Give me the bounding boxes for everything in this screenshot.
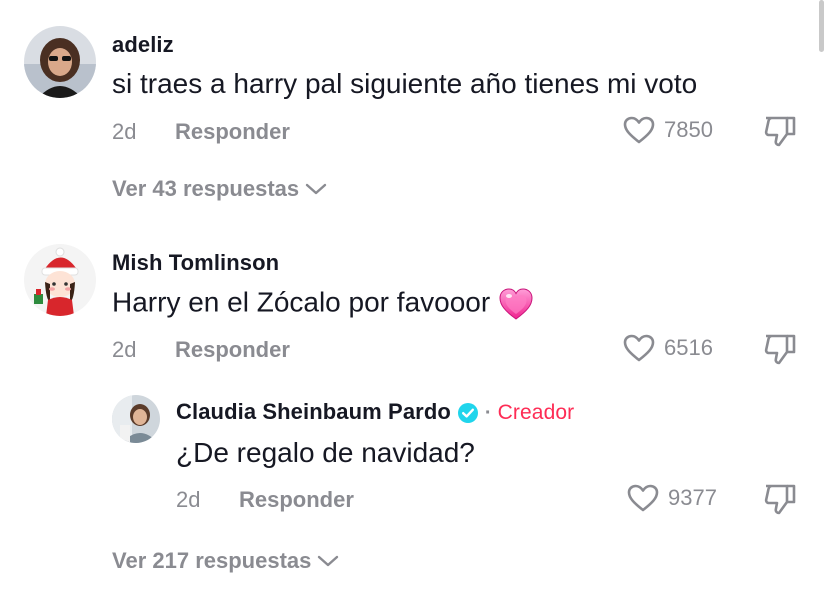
- comment-text: si traes a harry pal siguiente año tiene…: [112, 68, 698, 99]
- creator-badge: Creador: [497, 401, 575, 425]
- reply-button[interactable]: Responder: [175, 337, 290, 363]
- verified-badge-icon: [457, 403, 478, 424]
- heart-outline-icon: [627, 484, 659, 512]
- comment-text: Harry en el Zócalo por favooor: [112, 286, 534, 322]
- like-count: 7850: [664, 117, 713, 142]
- heart-outline-icon: [623, 334, 655, 362]
- thumbs-down-icon[interactable]: [762, 482, 798, 516]
- scrollbar[interactable]: [819, 0, 824, 52]
- chevron-down-icon: [305, 183, 327, 195]
- comment-username[interactable]: adeliz: [112, 32, 174, 58]
- reply-button[interactable]: Responder: [239, 487, 354, 513]
- view-replies-button[interactable]: Ver 217 respuestas: [112, 548, 339, 574]
- chevron-down-icon: [318, 555, 339, 567]
- avatar[interactable]: [112, 395, 160, 443]
- comments-panel: adeliz si traes a harry pal siguiente añ…: [0, 0, 828, 596]
- sparkling-heart-emoji: [499, 288, 533, 320]
- like-count: 9377: [668, 485, 717, 510]
- reply-button[interactable]: Responder: [175, 119, 290, 145]
- thumbs-down-icon[interactable]: [762, 332, 798, 366]
- thumbs-down-icon[interactable]: [762, 114, 798, 148]
- comment-timestamp: 2d: [112, 337, 137, 362]
- reply-timestamp: 2d: [176, 487, 201, 512]
- comment-username[interactable]: Mish Tomlinson: [112, 250, 279, 276]
- like-button[interactable]: 9377: [626, 483, 717, 513]
- heart-outline-icon: [623, 116, 655, 144]
- reply-username[interactable]: Claudia Sheinbaum Pardo: [176, 399, 451, 424]
- view-replies-button[interactable]: Ver 43 respuestas: [112, 176, 327, 202]
- like-button[interactable]: 6516: [622, 333, 713, 363]
- comment-text-content: Harry en el Zócalo por favooor: [112, 286, 491, 318]
- reply-header: Claudia Sheinbaum Pardo · Creador: [176, 399, 574, 425]
- comment-timestamp: 2d: [112, 119, 137, 144]
- like-count: 6516: [664, 335, 713, 360]
- reply-text: ¿De regalo de navidad?: [176, 437, 475, 468]
- like-button[interactable]: 7850: [622, 115, 713, 145]
- separator-dot: ·: [484, 401, 492, 424]
- view-replies-label: Ver 217 respuestas: [112, 548, 312, 573]
- view-replies-label: Ver 43 respuestas: [112, 176, 300, 201]
- avatar[interactable]: [24, 26, 96, 98]
- avatar[interactable]: [24, 244, 96, 316]
